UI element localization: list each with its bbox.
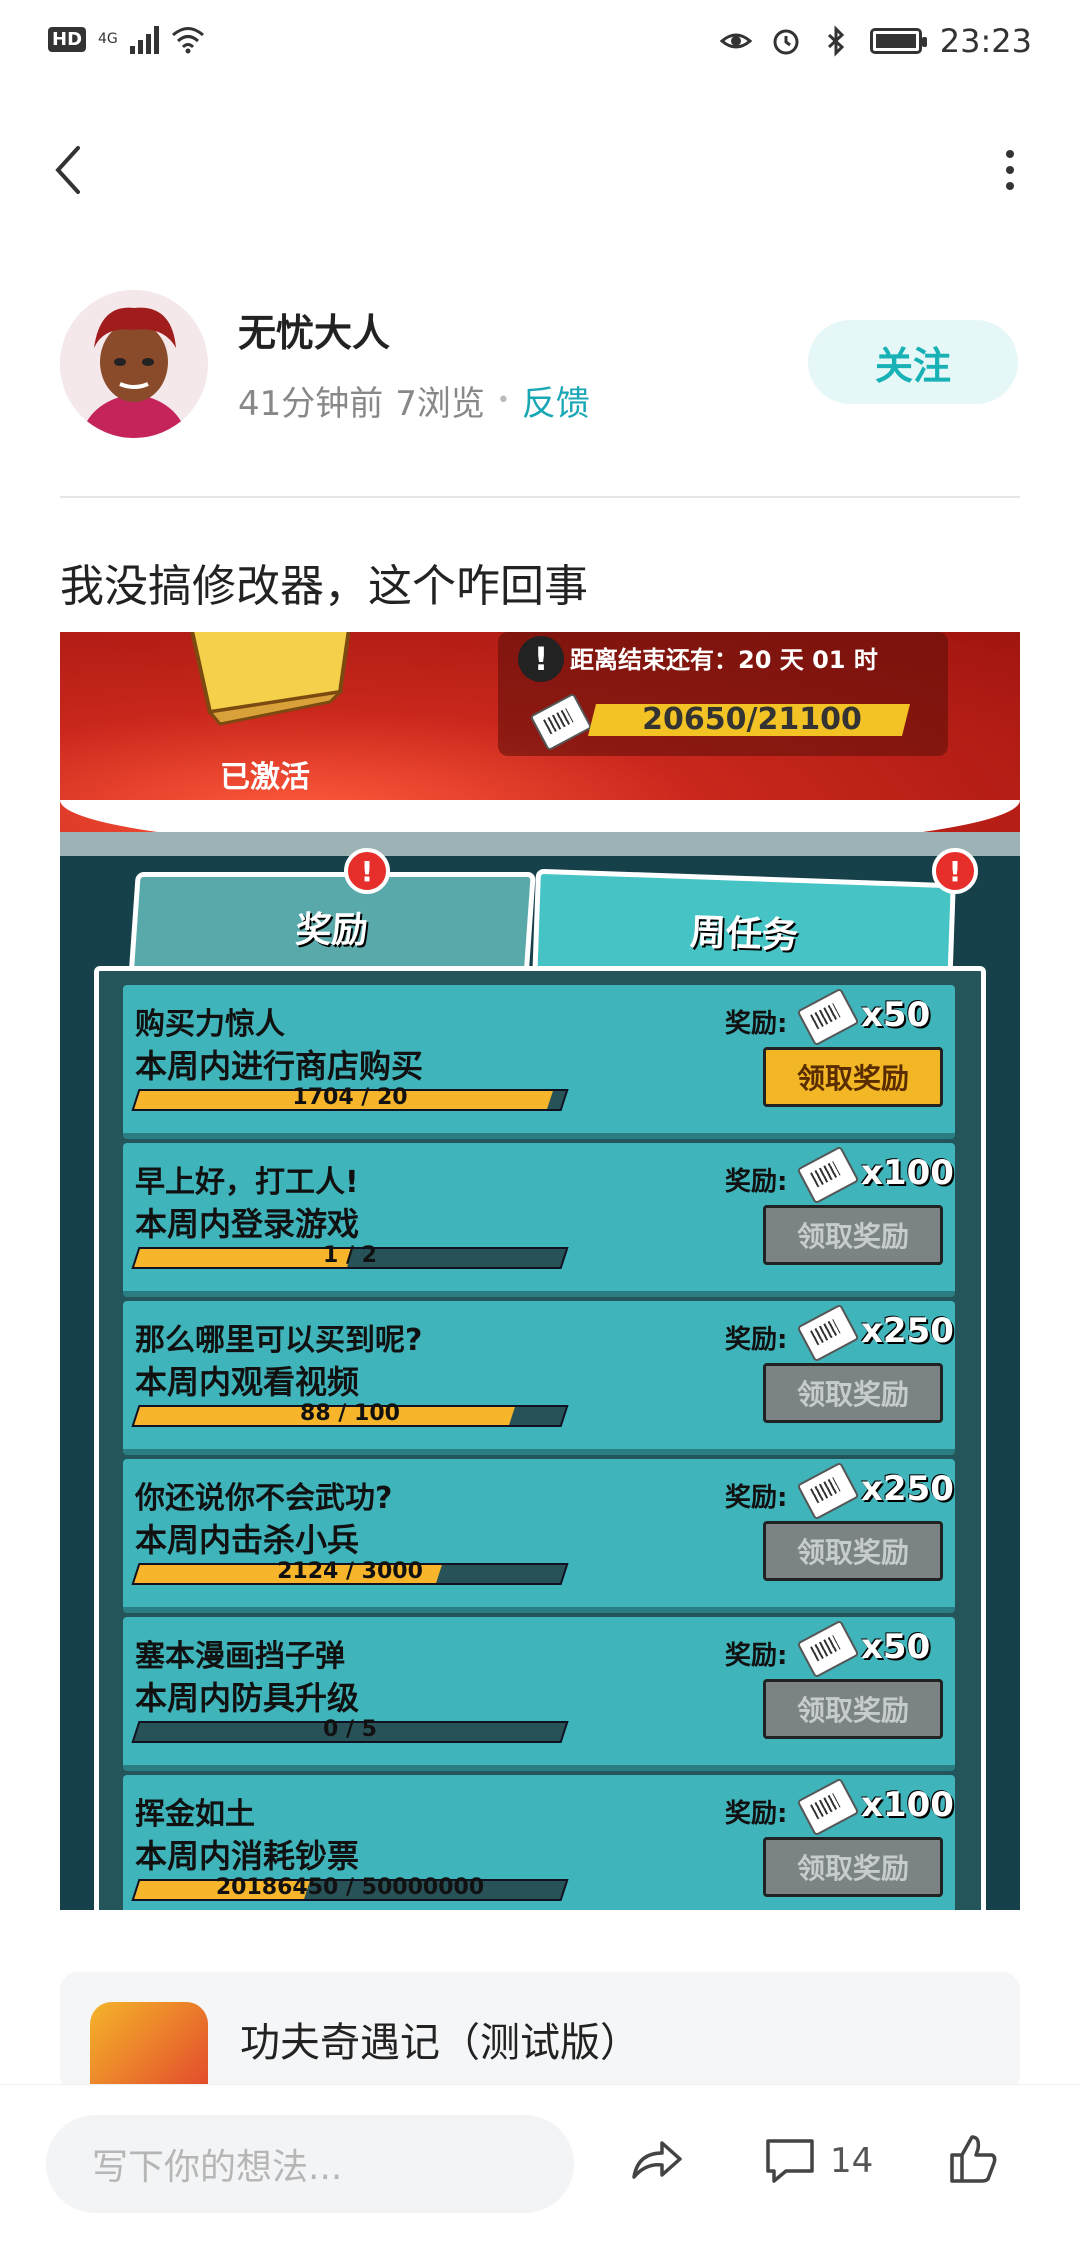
game-card[interactable]: 功夫奇遇记（测试版）: [60, 1972, 1020, 2092]
post-text: 我没搞修改器，这个咋回事: [60, 561, 588, 612]
task-description: 本周内登录游戏: [135, 1205, 360, 1243]
task-list-panel: 购买力惊人 本周内进行商店购买 1704 / 20 奖励: x50 领取奖励 早上好，打工人…: [94, 966, 986, 1910]
comment-count: 14: [830, 2141, 874, 2181]
task-title: 那么哪里可以买到呢?: [135, 1323, 423, 1358]
task-title: 购买力惊人: [135, 1007, 285, 1042]
task-description: 本周内防具升级: [135, 1679, 360, 1717]
ticket-icon: [796, 1145, 860, 1205]
post-meta: 41分钟前 7浏览 • 反馈: [238, 376, 590, 425]
task-progress-text: 0 / 5: [323, 1717, 377, 1742]
reward-label: 奖励:: [725, 1483, 788, 1513]
thumbs-up-icon[interactable]: [942, 2129, 1002, 2189]
battery-icon: [869, 28, 927, 54]
task-progress-text: 1704 / 20: [292, 1085, 408, 1110]
task-progress-text: 88 / 100: [300, 1401, 400, 1426]
reward-count: x50: [861, 995, 931, 1035]
claim-reward-button[interactable]: 领取奖励: [763, 1837, 943, 1897]
reward-count: x50: [861, 1627, 931, 1667]
reward-label: 奖励:: [725, 1167, 788, 1197]
ticket-icon: [796, 1461, 860, 1521]
task-description: 本周内观看视频: [135, 1363, 360, 1401]
countdown-text: 距离结束还有：20 天 01 时: [570, 646, 878, 674]
reward-alert-badge: !: [344, 848, 390, 894]
alert-icon: !: [518, 636, 564, 682]
post-time: 41分钟前: [238, 384, 384, 424]
reward-label: 奖励:: [725, 1009, 788, 1039]
task-title: 早上好，打工人!: [135, 1165, 359, 1200]
hd-badge: HD: [48, 26, 87, 52]
task-row: 早上好，打工人! 本周内登录游戏 1 / 2 奖励: x100 领取奖励: [123, 1143, 955, 1297]
view-count: 7浏览: [395, 384, 485, 424]
comment-icon[interactable]: [760, 2131, 820, 2191]
reward-count: x250: [861, 1469, 954, 1509]
ticket-icon: [796, 1303, 860, 1363]
activated-label: 已激活: [220, 760, 310, 795]
ticket-icon: [529, 692, 593, 752]
ticket-icon: [796, 1619, 860, 1679]
claim-reward-button[interactable]: 领取奖励: [763, 1363, 943, 1423]
task-description: 本周内进行商店购买: [135, 1047, 424, 1085]
follow-button[interactable]: 关注: [808, 320, 1018, 404]
claim-reward-button[interactable]: 领取奖励: [763, 1679, 943, 1739]
ticket-icon: [796, 987, 860, 1047]
reward-label: 奖励:: [725, 1799, 788, 1829]
claim-reward-button[interactable]: 领取奖励: [763, 1047, 943, 1107]
alarm-icon: [773, 29, 799, 55]
reward-count: x100: [861, 1153, 954, 1193]
author-name[interactable]: 无忧大人: [238, 302, 390, 357]
ticket-icon: [796, 1777, 860, 1837]
game-app-icon: [90, 2002, 208, 2092]
task-row: 挥金如土本周内消耗钞票 20186450 / 50000000 奖励: x100 领取奖…: [123, 1775, 955, 1910]
post-image[interactable]: 已激活 ! 距离结束还有：20 天 01 时 20650/21100 奖励 ! …: [60, 632, 1020, 1910]
network-type: 4G: [98, 31, 118, 47]
weekly-alert-badge: !: [932, 848, 978, 894]
divider: [60, 496, 1020, 498]
task-description: 本周内消耗钞票: [135, 1837, 360, 1875]
reward-count: x100: [861, 1785, 954, 1825]
claim-reward-button[interactable]: 领取奖励: [763, 1521, 943, 1581]
signal-icon: [129, 24, 159, 54]
task-description: 本周内击杀小兵: [135, 1521, 360, 1559]
more-options-icon[interactable]: [1000, 150, 1020, 190]
clock: 23:23: [939, 22, 1032, 60]
back-arrow-icon[interactable]: [48, 140, 88, 200]
separator-dot: •: [496, 388, 510, 413]
eye-comfort-icon: [719, 33, 752, 49]
game-name: 功夫奇遇记（测试版）: [240, 2020, 640, 2066]
reward-label: 奖励:: [725, 1325, 788, 1355]
countdown-panel: ! 距离结束还有：20 天 01 时 20650/21100: [498, 632, 948, 756]
task-title: 你还说你不会武功?: [135, 1481, 393, 1516]
task-title: 挥金如土: [135, 1797, 255, 1832]
task-row: 塞本漫画挡子弹 本周内防具升级 0 / 5 奖励: x50 领取奖励: [123, 1617, 955, 1771]
event-progress-text: 20650/21100: [642, 702, 862, 737]
share-icon[interactable]: [626, 2131, 686, 2191]
task-progress-text: 1 / 2: [323, 1243, 377, 1268]
bottom-action-bar: 写下你的想法... 14: [0, 2084, 1080, 2245]
task-title: 塞本漫画挡子弹: [135, 1639, 345, 1674]
wifi-icon: [171, 27, 204, 54]
bluetooth-icon: [827, 25, 844, 57]
task-row: 那么哪里可以买到呢? 本周内观看视频 88 / 100 奖励: x250 领取奖励: [123, 1301, 955, 1455]
reward-count: x250: [861, 1311, 954, 1351]
feedback-link[interactable]: 反馈: [522, 376, 590, 425]
avatar[interactable]: [60, 290, 208, 438]
task-progress-text: 20186450 / 50000000: [215, 1875, 485, 1900]
task-row: 你还说你不会武功? 本周内击杀小兵 2124 / 3000 奖励: x250 领取奖励: [123, 1459, 955, 1613]
reward-label: 奖励:: [725, 1641, 788, 1671]
comment-input[interactable]: 写下你的想法...: [46, 2115, 574, 2213]
banner-divider: [60, 832, 1020, 856]
ticket-cards-art: [190, 632, 351, 726]
task-progress-text: 2124 / 3000: [277, 1559, 423, 1584]
status-bar: HD 4G 23:23: [0, 0, 1080, 84]
claim-reward-button[interactable]: 领取奖励: [763, 1205, 943, 1265]
task-row: 购买力惊人本周内进行商店购买 1704 / 20 奖励: x50 领取奖励: [123, 985, 955, 1139]
